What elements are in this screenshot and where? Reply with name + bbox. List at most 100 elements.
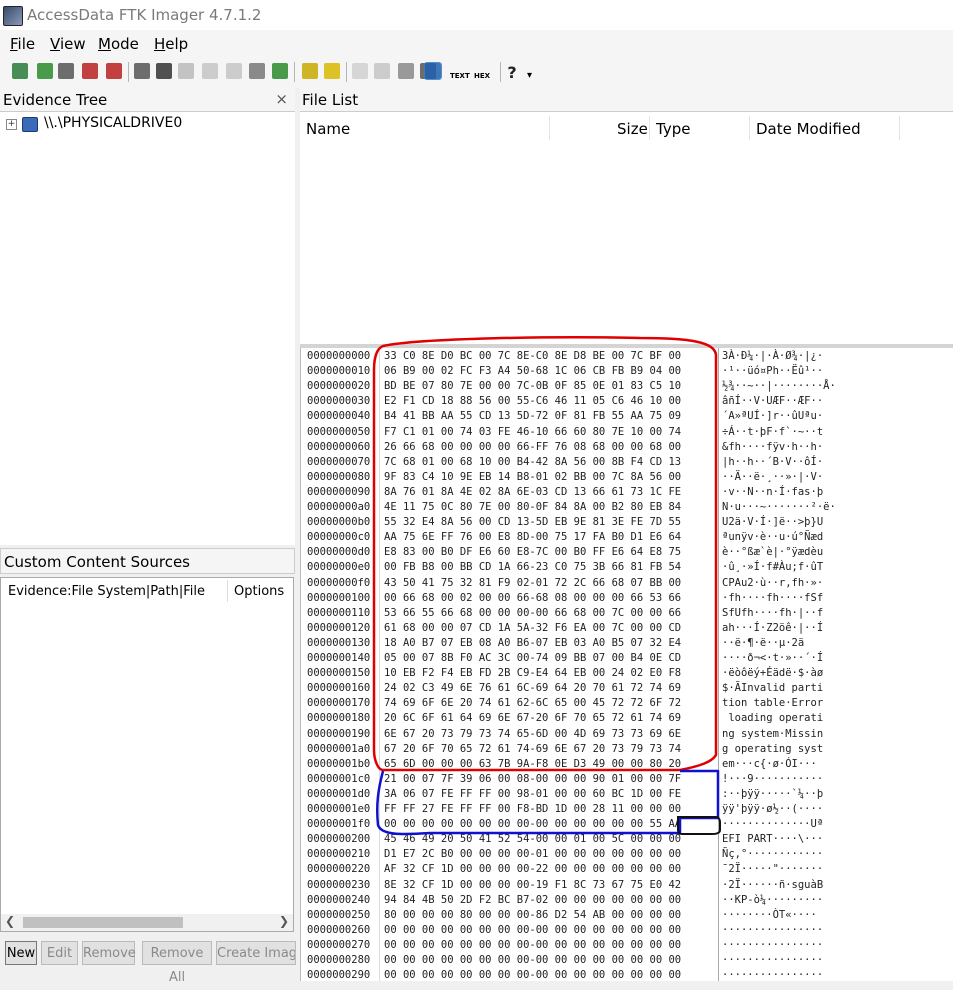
hex-offset[interactable]: 0000000040 xyxy=(307,410,370,422)
hex-offset[interactable]: 0000000210 xyxy=(307,848,370,860)
hex-ascii[interactable]: EFI PART····\··· xyxy=(722,833,823,845)
add-to-custom-content-icon[interactable] xyxy=(202,63,218,79)
hex-ascii[interactable]: âñÍ··V·UÆF··ÆF·· xyxy=(722,395,823,407)
hex-ascii[interactable]: U2ä·V·Í·]ë··>þ}U xyxy=(722,516,823,528)
hex-ascii[interactable]: CPAu2·ù··r,fh·»· xyxy=(722,577,823,589)
menu-view[interactable]: View xyxy=(50,35,86,53)
hex-offset[interactable]: 00000000c0 xyxy=(307,531,370,543)
hex-bytes[interactable]: 21 00 07 7F 39 06 00 08-00 00 00 90 01 0… xyxy=(384,773,681,785)
hex-ascii[interactable]: 3À·Ð¼·|·À·Ø¾·|¿· xyxy=(722,350,823,362)
hex-offset[interactable]: 0000000220 xyxy=(307,863,370,875)
create-image-button[interactable]: Create Image xyxy=(216,941,296,965)
hex-ascii[interactable]: ················ xyxy=(722,954,823,966)
hex-bytes[interactable]: 05 00 07 8B F0 AC 3C 00-74 09 BB 07 00 B… xyxy=(384,652,681,664)
create-custom-content-image-icon[interactable] xyxy=(226,63,242,79)
hex-offset[interactable]: 00000000b0 xyxy=(307,516,370,528)
hex-ascii[interactable]: loading operati xyxy=(722,712,823,724)
new-button[interactable]: New xyxy=(5,941,37,965)
hex-offset[interactable]: 0000000260 xyxy=(307,924,370,936)
hex-offset[interactable]: 00000001b0 xyxy=(307,758,370,770)
export-disk-image-icon[interactable] xyxy=(156,63,172,79)
hex-ascii[interactable]: ········ÒT«···· xyxy=(722,909,817,921)
hex-viewer[interactable]: 0000000000 33 C0 8E D0 BC 00 7C 8E-C0 8E … xyxy=(300,348,953,981)
hex-ascii[interactable]: ·2Ï······ñ·sguàB xyxy=(722,879,823,891)
export-files-icon[interactable] xyxy=(374,63,390,79)
scrollbar-thumb[interactable] xyxy=(23,917,183,928)
column-header-name[interactable]: Name xyxy=(306,120,350,138)
view-auto-icon[interactable] xyxy=(424,62,442,80)
hex-offset[interactable]: 0000000150 xyxy=(307,667,370,679)
hex-ascii[interactable]: ················ xyxy=(722,939,823,951)
hex-ascii[interactable]: !···9··········· xyxy=(722,773,823,785)
hex-bytes[interactable]: BD BE 07 80 7E 00 00 7C-0B 0F 85 0E 01 8… xyxy=(384,380,681,392)
hex-bytes[interactable]: 06 B9 00 02 FC F3 A4 50-68 1C 06 CB FB B… xyxy=(384,365,681,377)
column-header-date-modified[interactable]: Date Modified xyxy=(756,120,861,138)
hex-ascii[interactable]: ¯2Ï·····"······· xyxy=(722,863,823,875)
hex-offset[interactable]: 00000001a0 xyxy=(307,743,370,755)
hex-bytes[interactable]: 67 20 6F 70 65 72 61 74-69 6E 67 20 73 7… xyxy=(384,743,681,755)
hex-ascii[interactable]: ··············Uª xyxy=(722,818,823,830)
hex-bytes[interactable]: 00 FB B8 00 BB CD 1A 66-23 C0 75 3B 66 8… xyxy=(384,561,681,573)
hex-ascii[interactable]: ah···Í·Z2öê·|··Í xyxy=(722,622,823,634)
hex-bytes[interactable]: 24 02 C3 49 6E 76 61 6C-69 64 20 70 61 7… xyxy=(384,682,681,694)
hex-bytes[interactable]: 00 00 00 00 00 00 00 00-00 00 00 00 00 0… xyxy=(384,969,681,981)
hex-bytes[interactable]: 18 A0 B7 07 EB 08 A0 B6-07 EB 03 A0 B5 0… xyxy=(384,637,681,649)
create-disk-image-icon[interactable] xyxy=(134,63,150,79)
hex-ascii[interactable]: ªunÿv·è··u·ú°Ñæd xyxy=(722,531,823,543)
hex-offset[interactable]: 0000000200 xyxy=(307,833,370,845)
hex-bytes[interactable]: 3A 06 07 FE FF FF 00 98-01 00 00 60 BC 1… xyxy=(384,788,681,800)
hex-bytes[interactable]: 45 46 49 20 50 41 52 54-00 00 01 00 5C 0… xyxy=(384,833,681,845)
export-logical-image-icon[interactable] xyxy=(178,63,194,79)
remove-evidence-icon[interactable] xyxy=(82,63,98,79)
verify-drive-icon[interactable] xyxy=(272,63,288,79)
hex-offset[interactable]: 00000001c0 xyxy=(307,773,370,785)
hex-ascii[interactable]: SfUfh····fh·|··f xyxy=(722,607,823,619)
hex-offset[interactable]: 0000000070 xyxy=(307,456,370,468)
hex-offset[interactable]: 0000000100 xyxy=(307,592,370,604)
close-icon[interactable]: × xyxy=(275,90,288,108)
obtain-protected-files-icon[interactable] xyxy=(324,63,340,79)
hex-ascii[interactable]: ················ xyxy=(722,969,823,981)
add-all-attached-icon[interactable] xyxy=(37,63,53,79)
hex-offset[interactable]: 0000000180 xyxy=(307,712,370,724)
view-text-icon[interactable]: TEXT xyxy=(450,63,470,81)
hex-ascii[interactable]: Ñç,°············ xyxy=(722,848,823,860)
tree-expand-icon[interactable]: + xyxy=(6,119,17,130)
hex-offset[interactable]: 0000000270 xyxy=(307,939,370,951)
hex-bytes[interactable]: 00 66 68 00 02 00 00 66-68 08 00 00 00 6… xyxy=(384,592,681,604)
hex-ascii[interactable]: em···c{·ø·ÓI··· xyxy=(722,758,823,770)
hex-bytes[interactable]: B4 41 BB AA 55 CD 13 5D-72 0F 81 FB 55 A… xyxy=(384,410,681,422)
hex-bytes[interactable]: 00 00 00 00 00 00 00 00-00 00 00 00 00 0… xyxy=(384,939,681,951)
hex-offset[interactable]: 0000000230 xyxy=(307,879,370,891)
detect-encryption-icon[interactable] xyxy=(352,63,368,79)
hex-ascii[interactable]: ····ð¬<·t·»··´·Í xyxy=(722,652,823,664)
hex-bytes[interactable]: 8A 76 01 8A 4E 02 8A 6E-03 CD 13 66 61 7… xyxy=(384,486,681,498)
column-header-type[interactable]: Type xyxy=(656,120,690,138)
tree-item-physicaldrive0[interactable]: \\.\PHYSICALDRIVE0 xyxy=(44,115,182,131)
hex-offset[interactable]: 00000000e0 xyxy=(307,561,370,573)
hex-bytes[interactable]: 55 32 E4 8A 56 00 CD 13-5D EB 9E 81 3E F… xyxy=(384,516,681,528)
hex-offset[interactable]: 0000000280 xyxy=(307,954,370,966)
hex-offset[interactable]: 0000000000 xyxy=(307,350,370,362)
hex-ascii[interactable]: è··°ßæ`è|·°ÿædèu xyxy=(722,546,823,558)
hex-ascii[interactable]: ·ëòôëý+Éädë·$·àø xyxy=(722,667,823,679)
hex-ascii[interactable]: ·û¸·»Í·f#Àu;f·ûT xyxy=(722,561,823,573)
menu-file[interactable]: File xyxy=(10,35,35,53)
hex-bytes[interactable]: 00 00 00 00 00 00 00 00-00 00 00 00 00 0… xyxy=(384,924,681,936)
remove-all-evidence-icon[interactable] xyxy=(106,63,122,79)
hex-offset[interactable]: 00000000f0 xyxy=(307,577,370,589)
hex-offset[interactable]: 0000000090 xyxy=(307,486,370,498)
hex-ascii[interactable]: tion table·Error xyxy=(722,697,823,709)
hex-offset[interactable]: 0000000170 xyxy=(307,697,370,709)
hex-bytes[interactable]: 20 6C 6F 61 64 69 6E 67-20 6F 70 65 72 6… xyxy=(384,712,681,724)
hex-bytes[interactable]: 7C 68 01 00 68 10 00 B4-42 8A 56 00 8B F… xyxy=(384,456,681,468)
hex-ascii[interactable]: N·u···~·······²·ë· xyxy=(722,501,836,513)
hex-bytes[interactable]: 94 84 4B 50 2D F2 BC B7-02 00 00 00 00 0… xyxy=(384,894,681,906)
view-hex-icon[interactable]: HEX xyxy=(474,63,492,81)
hex-offset[interactable]: 00000000d0 xyxy=(307,546,370,558)
hex-bytes[interactable]: 74 69 6F 6E 20 74 61 62-6C 65 00 45 72 7… xyxy=(384,697,681,709)
hex-bytes[interactable]: 9F 83 C4 10 9E EB 14 B8-01 02 BB 00 7C 8… xyxy=(384,471,681,483)
hex-bytes[interactable]: FF FF 27 FE FF FF 00 F8-BD 1D 00 28 11 0… xyxy=(384,803,681,815)
decrypt-icon[interactable] xyxy=(249,63,265,79)
hex-ascii[interactable]: ················ xyxy=(722,924,823,936)
